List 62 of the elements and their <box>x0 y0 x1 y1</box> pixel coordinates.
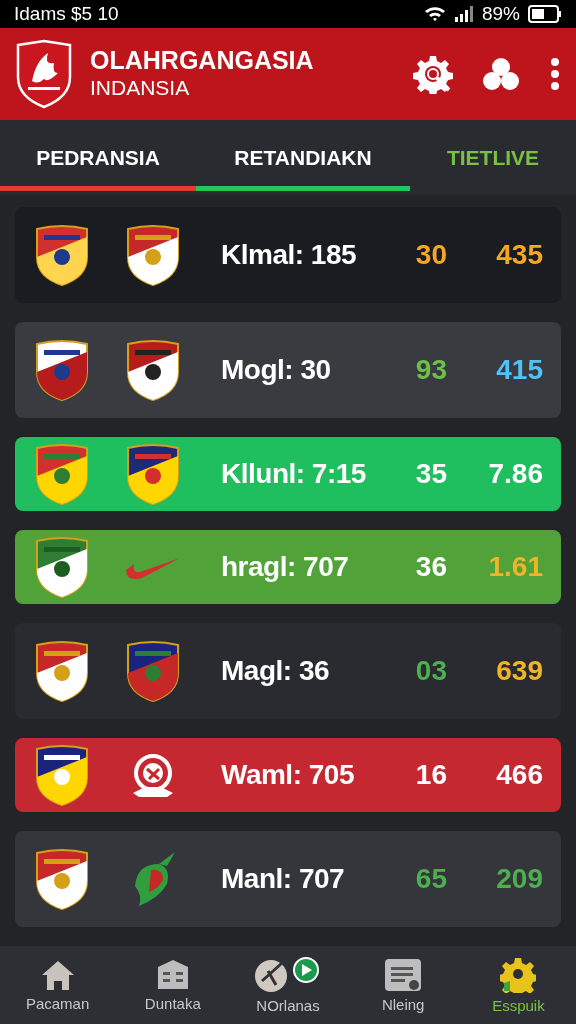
match-row[interactable]: Mogl: 30 93 415 <box>15 322 561 418</box>
score-value: 35 <box>414 457 447 491</box>
score-value: 415 <box>495 353 543 387</box>
score-value: 209 <box>495 862 543 896</box>
wifi-icon <box>423 6 446 22</box>
shield-crest-icon <box>34 639 90 703</box>
score-value: 93 <box>414 353 447 387</box>
shield-crest-icon <box>125 442 181 506</box>
tab[interactable]: PEDRANSIA <box>0 120 196 195</box>
score-value: 7.86 <box>487 457 543 491</box>
score-value: 30 <box>414 238 447 272</box>
battery-text: 89% <box>481 1 520 26</box>
score-value: 639 <box>495 654 543 688</box>
shield-crest-icon <box>125 338 181 402</box>
gear-icon <box>500 956 537 993</box>
match-row[interactable]: Waml: 705 16 466 <box>15 738 561 812</box>
search-settings-button[interactable] <box>412 53 454 95</box>
score-value: 466 <box>495 758 543 792</box>
shield-crest-icon <box>34 338 90 402</box>
three-circles-icon <box>483 57 519 91</box>
ball-play-icon <box>254 956 322 993</box>
status-text: Idams $5 10 <box>14 1 119 26</box>
score-value: 435 <box>495 238 543 272</box>
app-title: OLAHRGANGASIA <box>90 46 314 74</box>
shield-crest-icon <box>34 442 90 506</box>
match-label: Magl: 36 <box>221 654 330 688</box>
shield-crest-icon <box>125 223 181 287</box>
shield-crest-icon <box>34 223 90 287</box>
match-label: Waml: 705 <box>221 758 354 792</box>
score-value: 1.61 <box>487 550 543 584</box>
nav-item[interactable]: Pacaman <box>0 954 116 1016</box>
match-row[interactable]: Manl: 707 65 209 <box>15 831 561 927</box>
tab[interactable]: TIETLIVE <box>410 120 576 195</box>
signal-icon <box>453 6 474 22</box>
nav-item[interactable]: Nleing <box>345 953 461 1017</box>
building-icon <box>156 958 189 991</box>
score-value: 65 <box>414 862 447 896</box>
score-value: 03 <box>414 654 447 688</box>
app-subtitle: INDANSIA <box>90 75 191 101</box>
shield-crest-icon <box>34 535 90 599</box>
shield-crest-icon <box>34 847 90 911</box>
shield-crest-icon <box>125 639 181 703</box>
shield-crest-icon <box>34 743 90 807</box>
score-value: 36 <box>414 550 447 584</box>
tab[interactable]: RETANDIAKN <box>196 120 410 195</box>
kebab-menu-icon <box>550 58 560 90</box>
gear-search-icon <box>413 54 453 94</box>
nav-item[interactable]: NOrlanas <box>230 952 346 1018</box>
document-icon <box>384 957 423 992</box>
match-row[interactable]: Klmal: 185 30 435 <box>15 207 561 303</box>
nav-item[interactable]: Duntaka <box>115 954 231 1016</box>
match-label: Mogl: 30 <box>221 353 331 387</box>
match-row[interactable]: Magl: 36 03 639 <box>15 623 561 719</box>
match-label: Manl: 707 <box>221 862 345 896</box>
shield-logo-icon <box>14 39 74 109</box>
match-label: hragl: 707 <box>221 550 349 584</box>
match-label: Klmal: 185 <box>221 238 357 272</box>
nav-item[interactable]: Esspuik <box>460 952 576 1018</box>
match-label: Kllunl: 7:15 <box>221 457 366 491</box>
battery-icon <box>528 5 562 23</box>
score-value: 16 <box>414 758 447 792</box>
home-icon <box>40 958 75 991</box>
